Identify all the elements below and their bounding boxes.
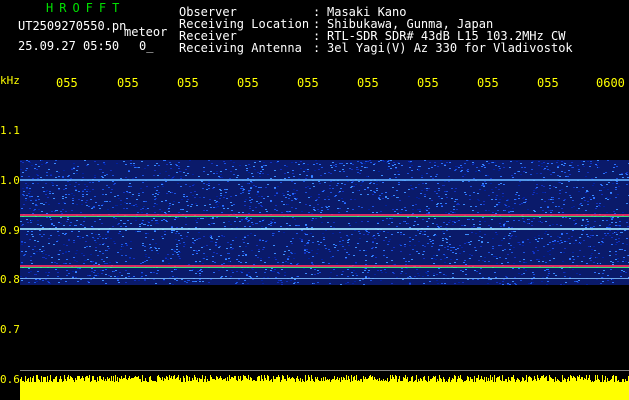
- colon: :: [313, 41, 321, 55]
- carrier-line: [20, 267, 629, 268]
- field-label-antenna: Receiving Antenna: [179, 41, 302, 55]
- freq-tick: 0.9: [0, 224, 20, 237]
- carrier-line: [20, 265, 629, 267]
- time-tick: 055: [357, 76, 379, 90]
- time-tick: 0600: [596, 76, 625, 90]
- header: HROFFT UT2509270550.pn meteor 25.09.27 0…: [0, 0, 629, 72]
- frequency-axis: 1.1 1.0 0.9 0.8 0.7 0.6: [0, 72, 20, 400]
- spectrogram: [20, 95, 629, 370]
- time-tick: 055: [417, 76, 439, 90]
- field-value-antenna: 3el Yagi(V) Az 330 for Vladivostok: [327, 41, 573, 55]
- carrier-line: [20, 278, 629, 279]
- carrier-line: [20, 214, 629, 216]
- power-strip: [20, 370, 629, 400]
- date-time: 25.09.27 05:50: [18, 39, 120, 53]
- time-tick: 055: [56, 76, 78, 90]
- freq-tick: 0.8: [0, 273, 20, 286]
- freq-tick: 0.7: [0, 323, 20, 336]
- freq-tick: 1.0: [0, 174, 20, 187]
- time-tick: 055: [297, 76, 319, 90]
- mode-label: meteor: [124, 25, 168, 39]
- time-axis: 055 055 055 055 055 055 055 055 055 0600: [20, 76, 629, 90]
- time-tick: 055: [237, 76, 259, 90]
- time-tick: 055: [177, 76, 199, 90]
- freq-tick: 1.1: [0, 124, 20, 137]
- carrier-line: [20, 179, 629, 181]
- carrier-line: [20, 228, 629, 230]
- time-tick: 055: [117, 76, 139, 90]
- count: 0_: [139, 39, 154, 53]
- freq-tick: 0.6: [0, 373, 20, 386]
- station-name: HROFFT: [46, 1, 126, 15]
- time-tick: 055: [537, 76, 559, 90]
- filename: UT2509270550.pn: [18, 19, 127, 33]
- carrier-line: [20, 216, 629, 217]
- time-tick: 055: [477, 76, 499, 90]
